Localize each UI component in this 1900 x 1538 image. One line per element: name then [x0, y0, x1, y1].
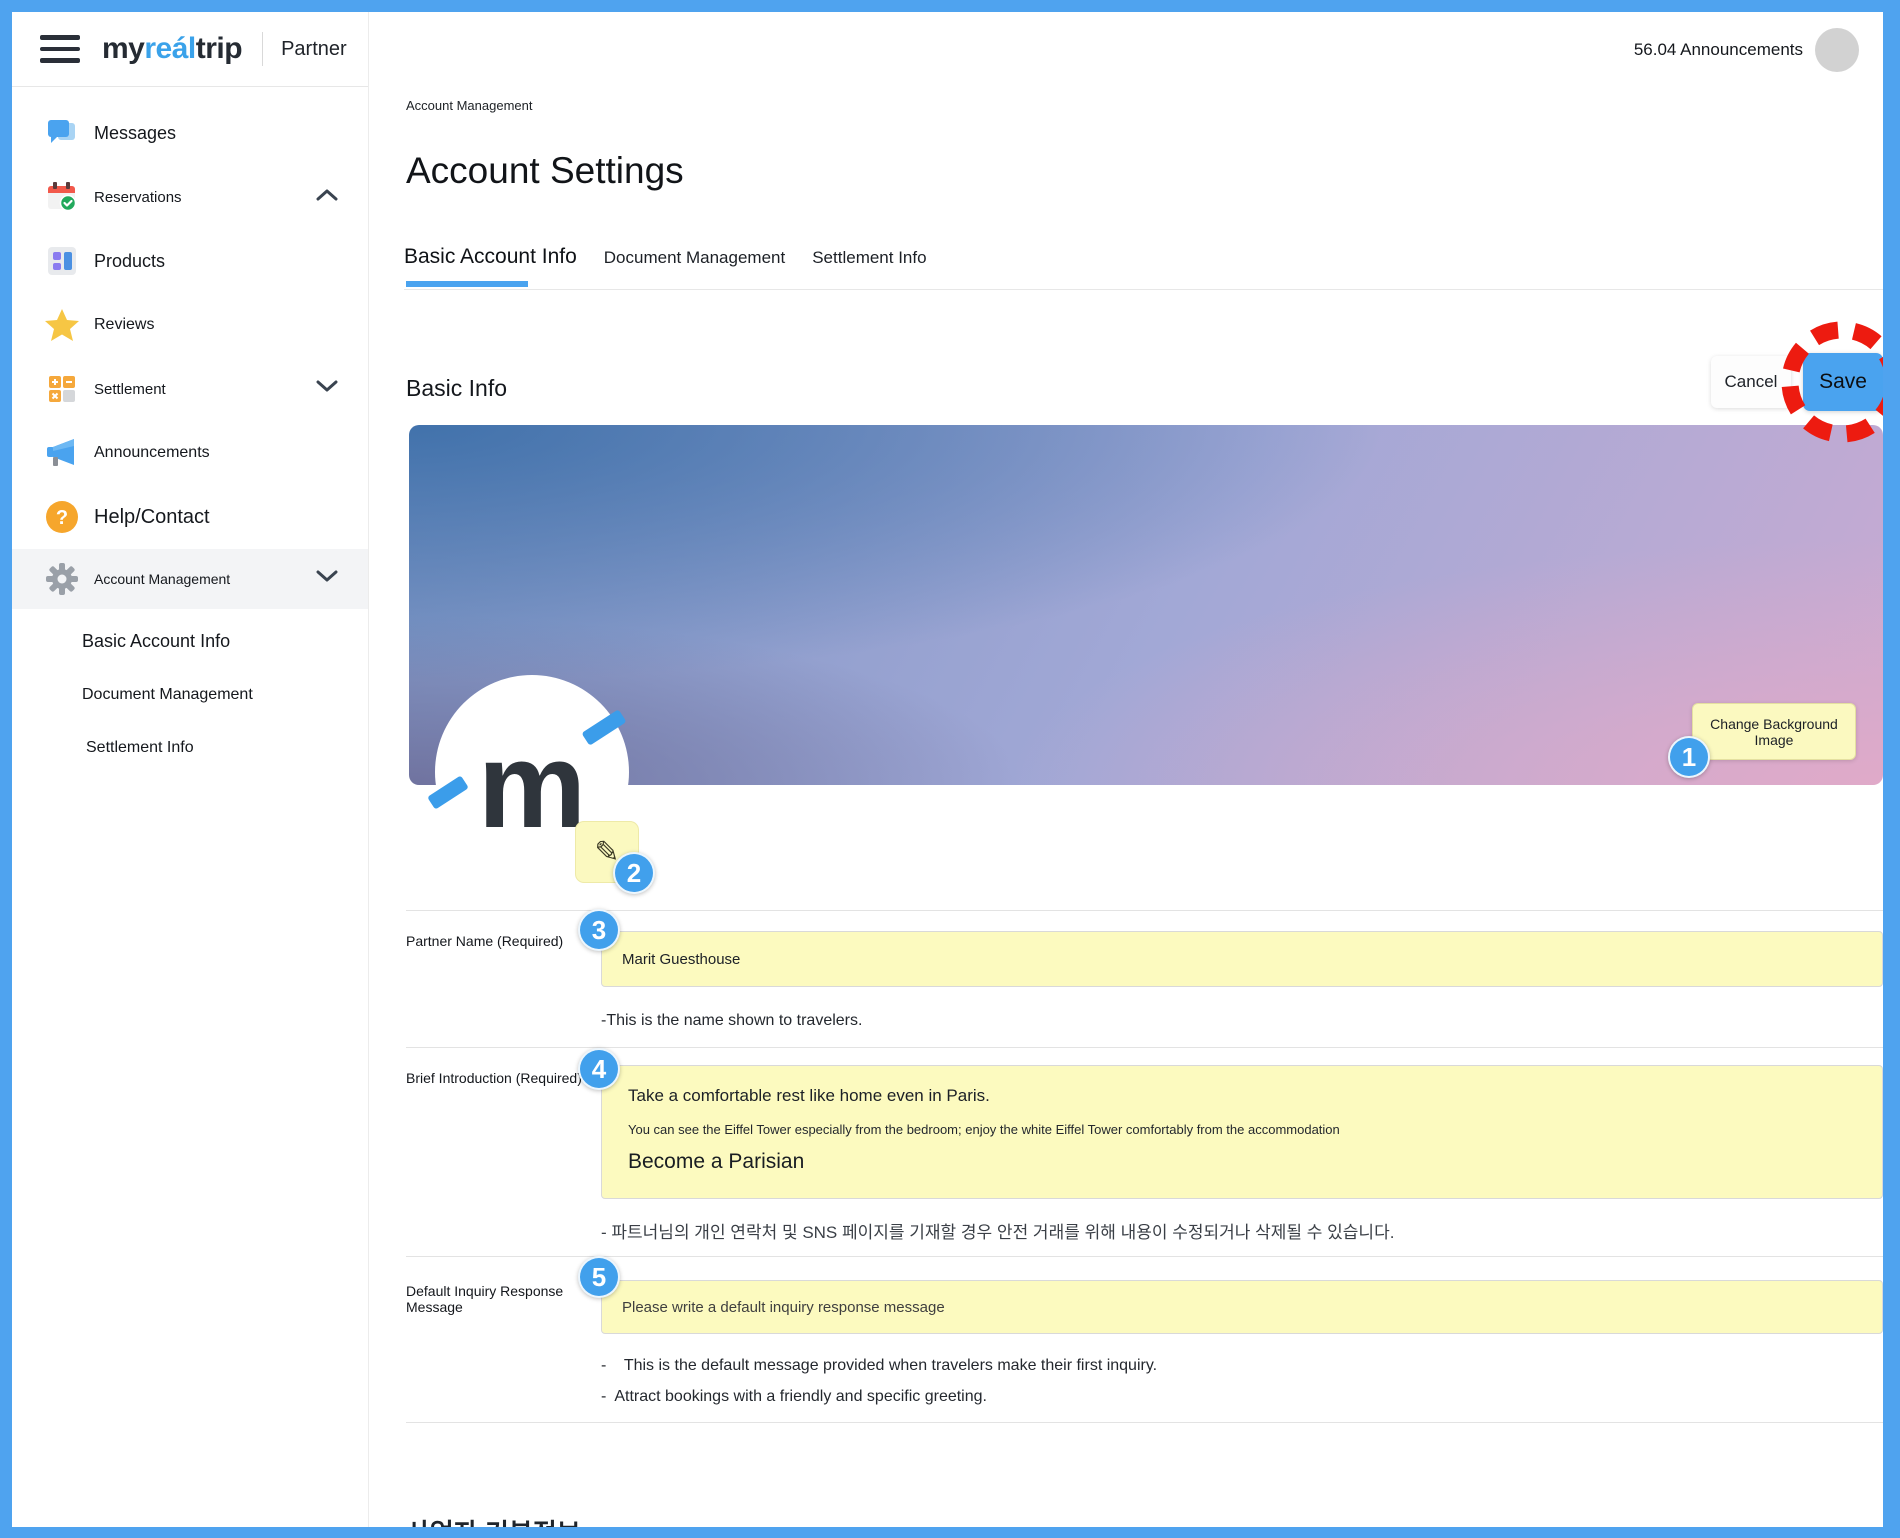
reservations-icon — [42, 180, 82, 214]
brief-intro-line2: You can see the Eiffel Tower especially … — [628, 1122, 1340, 1137]
annotation-marker-3: 3 — [578, 909, 620, 951]
chevron-up-icon[interactable] — [316, 188, 338, 206]
help-question-icon: ? — [42, 499, 82, 535]
brief-introduction-textarea[interactable]: Take a comfortable rest like home even i… — [601, 1065, 1883, 1199]
sidebar-item-label: Settlement — [94, 380, 166, 398]
background-image-banner — [409, 425, 1883, 785]
annotation-marker-2: 2 — [613, 852, 655, 894]
row-divider — [406, 1422, 1883, 1423]
sidebar-item-label: Account Management — [94, 571, 231, 587]
announcements-megaphone-icon — [42, 436, 82, 470]
annotation-marker-1: 1 — [1668, 736, 1710, 778]
sidebar-subitem-basic-account-info[interactable]: Basic Account Info — [12, 615, 368, 668]
default-inquiry-label: Default Inquiry Response Message — [406, 1283, 564, 1315]
app-window: myreáltrip Partner Messages Reservations — [12, 12, 1883, 1527]
brief-introduction-label: Brief Introduction (Required) — [406, 1070, 582, 1086]
sidebar-item-label: Help/Contact — [94, 505, 210, 528]
partner-name-note: -This is the name shown to travelers. — [601, 1012, 863, 1029]
change-background-image-button[interactable]: Change Background Image — [1692, 703, 1856, 760]
sidebar-subitem-settlement-info[interactable]: Settlement Info — [12, 721, 368, 774]
sidebar-item-help-contact[interactable]: ? Help/Contact — [12, 485, 368, 549]
reviews-star-icon — [42, 308, 82, 342]
default-inquiry-note-1: - This is the default message provided w… — [601, 1357, 1158, 1374]
sidebar-item-label: Messages — [94, 122, 177, 143]
hamburger-menu-icon[interactable] — [40, 35, 80, 63]
partner-name-label: Partner Name (Required) — [406, 933, 564, 949]
save-button[interactable]: Save — [1803, 353, 1883, 411]
annotation-marker-4: 4 — [578, 1048, 620, 1090]
brand-partner-label: Partner — [281, 37, 347, 60]
default-inquiry-input[interactable] — [601, 1280, 1883, 1334]
brand-logo[interactable]: myreáltrip — [102, 32, 243, 66]
sidebar: myreáltrip Partner Messages Reservations — [12, 12, 369, 1527]
brand-my: my — [102, 32, 145, 65]
tab-document-management[interactable]: Document Management — [604, 248, 785, 268]
announcements-counter[interactable]: 56.04 Announcements — [1634, 40, 1803, 60]
svg-text:?: ? — [56, 507, 68, 529]
settlement-calculator-icon — [42, 373, 82, 405]
default-inquiry-note-2: - Attract bookings with a friendly and s… — [601, 1388, 987, 1405]
row-divider — [406, 1047, 1883, 1048]
cancel-button[interactable]: Cancel — [1711, 356, 1791, 408]
messages-icon — [42, 117, 82, 149]
avatar-letter: m — [477, 717, 587, 853]
user-avatar[interactable] — [1815, 27, 1859, 72]
row-divider — [406, 910, 1883, 911]
tab-label: Basic Account Info — [404, 245, 577, 268]
active-tab-underline — [406, 281, 528, 287]
sidebar-header: myreáltrip Partner — [12, 12, 368, 87]
sidebar-item-settlement[interactable]: Settlement — [12, 357, 368, 421]
sidebar-item-products[interactable]: Products — [12, 229, 368, 293]
sidebar-nav: Messages Reservations Products Reviews S… — [12, 87, 368, 774]
brand-divider — [262, 32, 264, 66]
brief-intro-line1: Take a comfortable rest like home even i… — [628, 1086, 990, 1105]
tab-basic-account-info[interactable]: Basic Account Info — [404, 245, 577, 287]
sidebar-item-label: Reservations — [94, 188, 182, 206]
annotation-marker-5: 5 — [578, 1256, 620, 1298]
sidebar-item-announcements[interactable]: Announcements — [12, 421, 368, 485]
page-title: Account Settings — [406, 150, 684, 191]
brand-trip: trip — [195, 32, 243, 65]
sidebar-item-reservations[interactable]: Reservations — [12, 165, 368, 229]
basic-info-heading: Basic Info — [406, 375, 507, 401]
products-icon — [42, 245, 82, 277]
breadcrumb: Account Management — [406, 98, 533, 113]
brief-introduction-note: - 파트너님의 개인 연락처 및 SNS 페이지를 기재할 경우 안전 거래를 … — [601, 1223, 1395, 1242]
screen-frame: myreáltrip Partner Messages Reservations — [0, 0, 1900, 1538]
business-info-section-title: 사업자 기본정보 — [406, 1513, 581, 1527]
chevron-down-icon[interactable] — [316, 380, 338, 398]
sidebar-item-label: Reviews — [94, 316, 155, 333]
brief-intro-line3: Become a Parisian — [628, 1150, 805, 1173]
brand-real: reál — [144, 32, 196, 65]
chevron-down-icon[interactable] — [316, 570, 338, 588]
sidebar-item-account-management[interactable]: Account Management — [12, 549, 368, 609]
tab-settlement-info[interactable]: Settlement Info — [812, 248, 926, 268]
sidebar-item-reviews[interactable]: Reviews — [12, 293, 368, 357]
account-gear-icon — [42, 562, 82, 596]
row-divider — [406, 1256, 1883, 1257]
top-header: 56.04 Announcements — [369, 12, 1883, 87]
sidebar-subitem-document-management[interactable]: Document Management — [12, 668, 368, 721]
sidebar-item-label: Announcements — [94, 444, 210, 461]
tab-bar: Basic Account Info Document Management S… — [404, 245, 954, 287]
sidebar-item-messages[interactable]: Messages — [12, 101, 368, 165]
tabbar-divider — [404, 289, 1883, 290]
partner-name-input[interactable] — [601, 931, 1883, 987]
sidebar-item-label: Products — [94, 250, 166, 271]
